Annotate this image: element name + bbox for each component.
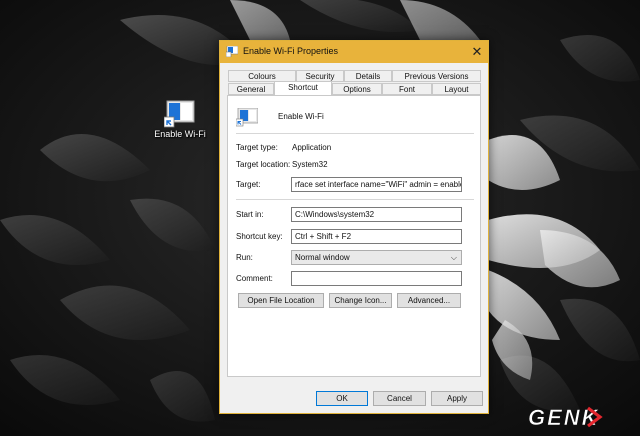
dialog-title: Enable Wi-Fi Properties (243, 46, 339, 56)
ok-button[interactable]: OK (316, 391, 368, 406)
start-in-label: Start in: (236, 210, 264, 219)
tab-layout[interactable]: Layout (432, 83, 481, 95)
shortcut-key-label: Shortcut key: (236, 232, 283, 241)
tab-previous-versions[interactable]: Previous Versions (392, 70, 481, 82)
tab-font[interactable]: Font (382, 83, 432, 95)
change-icon-button[interactable]: Change Icon... (329, 293, 392, 308)
shortcut-name: Enable Wi-Fi (278, 112, 324, 121)
tab-details[interactable]: Details (344, 70, 392, 82)
run-label: Run: (236, 253, 253, 262)
advanced-button[interactable]: Advanced... (397, 293, 461, 308)
shortcut-icon (164, 100, 195, 128)
desktop-icon-label: Enable Wi-Fi (154, 129, 206, 139)
properties-dialog: Enable Wi-Fi Properties ✕ Colours Securi… (219, 40, 489, 414)
run-select[interactable]: Normal window ⌵ (291, 250, 462, 265)
cancel-button[interactable]: Cancel (373, 391, 426, 406)
target-input[interactable]: rface set interface name="WiFi" admin = … (291, 177, 462, 192)
genk-logo: GENK (528, 405, 603, 430)
comment-label: Comment: (236, 274, 273, 283)
comment-input[interactable] (291, 271, 462, 286)
tab-options[interactable]: Options (332, 83, 382, 95)
chevron-down-icon: ⌵ (450, 253, 457, 262)
tab-shortcut[interactable]: Shortcut (274, 81, 332, 95)
shortcut-tab-panel: Enable Wi-Fi Target type: Application Ta… (227, 95, 481, 377)
tab-general[interactable]: General (228, 83, 274, 95)
shortcut-icon (226, 46, 238, 57)
target-type-value: Application (292, 143, 332, 152)
target-label: Target: (236, 180, 261, 189)
title-bar[interactable]: Enable Wi-Fi Properties ✕ (220, 41, 488, 63)
desktop-shortcut-enable-wifi[interactable]: Enable Wi-Fi (150, 96, 210, 146)
close-icon[interactable]: ✕ (468, 43, 486, 61)
target-location-value: System32 (292, 160, 328, 169)
apply-button[interactable]: Apply (431, 391, 483, 406)
target-location-label: Target location: (236, 160, 291, 169)
start-in-input[interactable]: C:\Windows\system32 (291, 207, 462, 222)
open-file-location-button[interactable]: Open File Location (238, 293, 324, 308)
separator (236, 133, 474, 134)
separator (236, 199, 474, 200)
shortcut-icon (236, 108, 258, 127)
shortcut-key-input[interactable]: Ctrl + Shift + F2 (291, 229, 462, 244)
run-select-value: Normal window (295, 253, 350, 262)
target-type-label: Target type: (236, 143, 278, 152)
